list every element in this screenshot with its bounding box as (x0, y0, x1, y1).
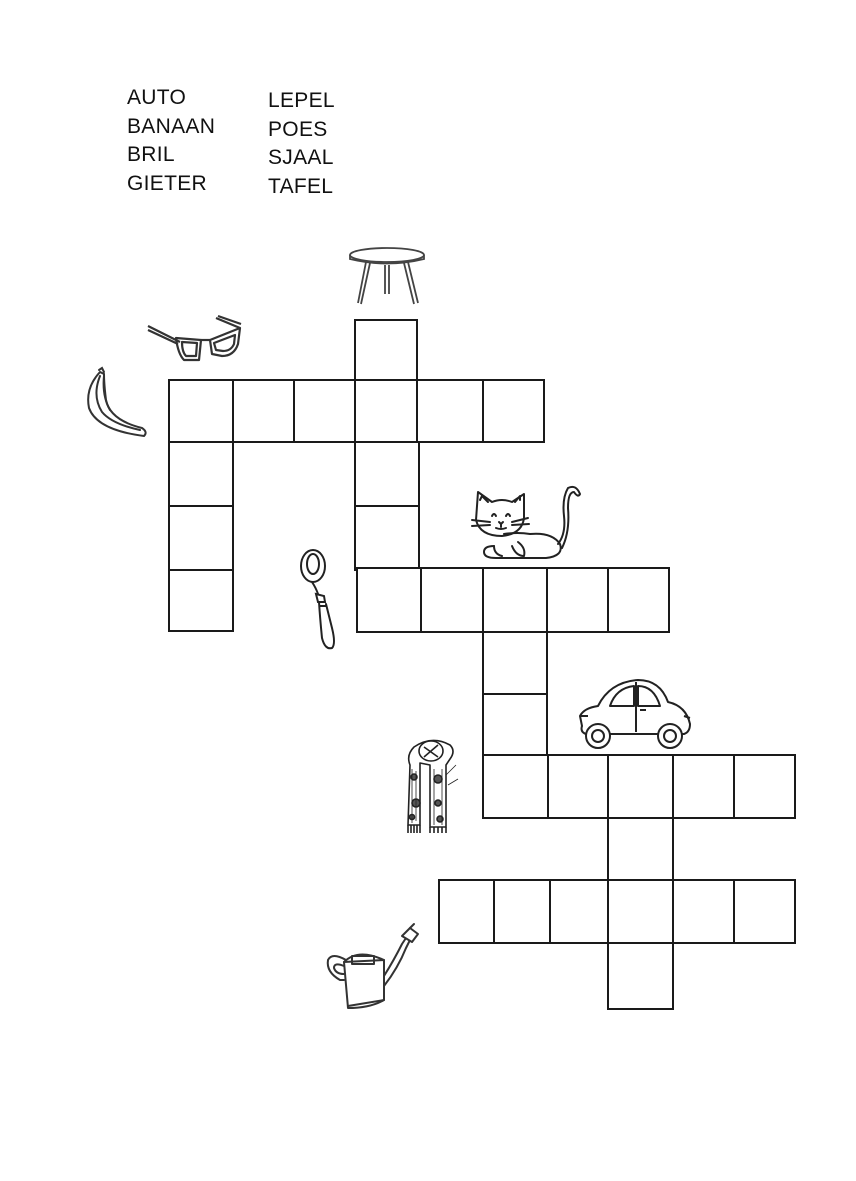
crossword-cell[interactable] (168, 379, 234, 443)
crossword-cell[interactable] (607, 879, 674, 944)
word-list-right: LEPEL POES SJAAL TAFEL (268, 87, 335, 201)
spoon-icon (298, 548, 342, 654)
word-item: POES (268, 117, 328, 141)
crossword-cell[interactable] (354, 379, 418, 443)
crossword-cell[interactable] (672, 754, 735, 819)
crossword-cell[interactable] (733, 754, 796, 819)
banana-icon (82, 366, 152, 438)
crossword-cell[interactable] (607, 567, 670, 633)
crossword-cell[interactable] (607, 942, 674, 1010)
table-icon (348, 244, 428, 308)
crossword-cell[interactable] (168, 505, 234, 571)
cat-icon (468, 476, 584, 562)
glasses-icon (146, 314, 242, 364)
word-item: GIETER (127, 171, 207, 195)
crossword-cell[interactable] (420, 567, 484, 633)
crossword-cell[interactable] (482, 567, 548, 633)
scarf-icon (404, 735, 464, 835)
crossword-cell[interactable] (354, 441, 420, 507)
crossword-cell[interactable] (438, 879, 495, 944)
word-item: BANAAN (127, 114, 216, 138)
crossword-cell[interactable] (607, 754, 674, 819)
crossword-cell[interactable] (482, 693, 548, 756)
crossword-cell[interactable] (232, 379, 295, 443)
word-item: SJAAL (268, 146, 334, 169)
watering-can-icon (322, 920, 422, 1012)
crossword-cell[interactable] (482, 379, 545, 443)
crossword-cell[interactable] (293, 379, 356, 443)
word-item: LEPEL (268, 89, 335, 112)
car-icon (576, 676, 694, 752)
crossword-cell[interactable] (168, 441, 234, 507)
crossword-cell[interactable] (733, 879, 796, 944)
crossword-cell[interactable] (354, 505, 420, 571)
word-item: BRIL (127, 143, 175, 166)
word-list-left: AUTO BANAAN BRIL GIETER (127, 84, 215, 198)
crossword-cell[interactable] (549, 879, 609, 944)
crossword-cell[interactable] (672, 879, 735, 944)
crossword-cell[interactable] (546, 567, 609, 633)
crossword-cell[interactable] (493, 879, 551, 944)
crossword-cell[interactable] (547, 754, 609, 819)
crossword-cell[interactable] (416, 379, 484, 443)
crossword-cell[interactable] (354, 319, 418, 382)
crossword-cell[interactable] (607, 817, 674, 883)
crossword-cell[interactable] (356, 567, 422, 633)
word-item: TAFEL (268, 174, 334, 198)
crossword-cell[interactable] (168, 569, 234, 632)
word-item: AUTO (127, 86, 187, 109)
crossword-cell[interactable] (482, 754, 549, 819)
crossword-cell[interactable] (482, 631, 548, 695)
